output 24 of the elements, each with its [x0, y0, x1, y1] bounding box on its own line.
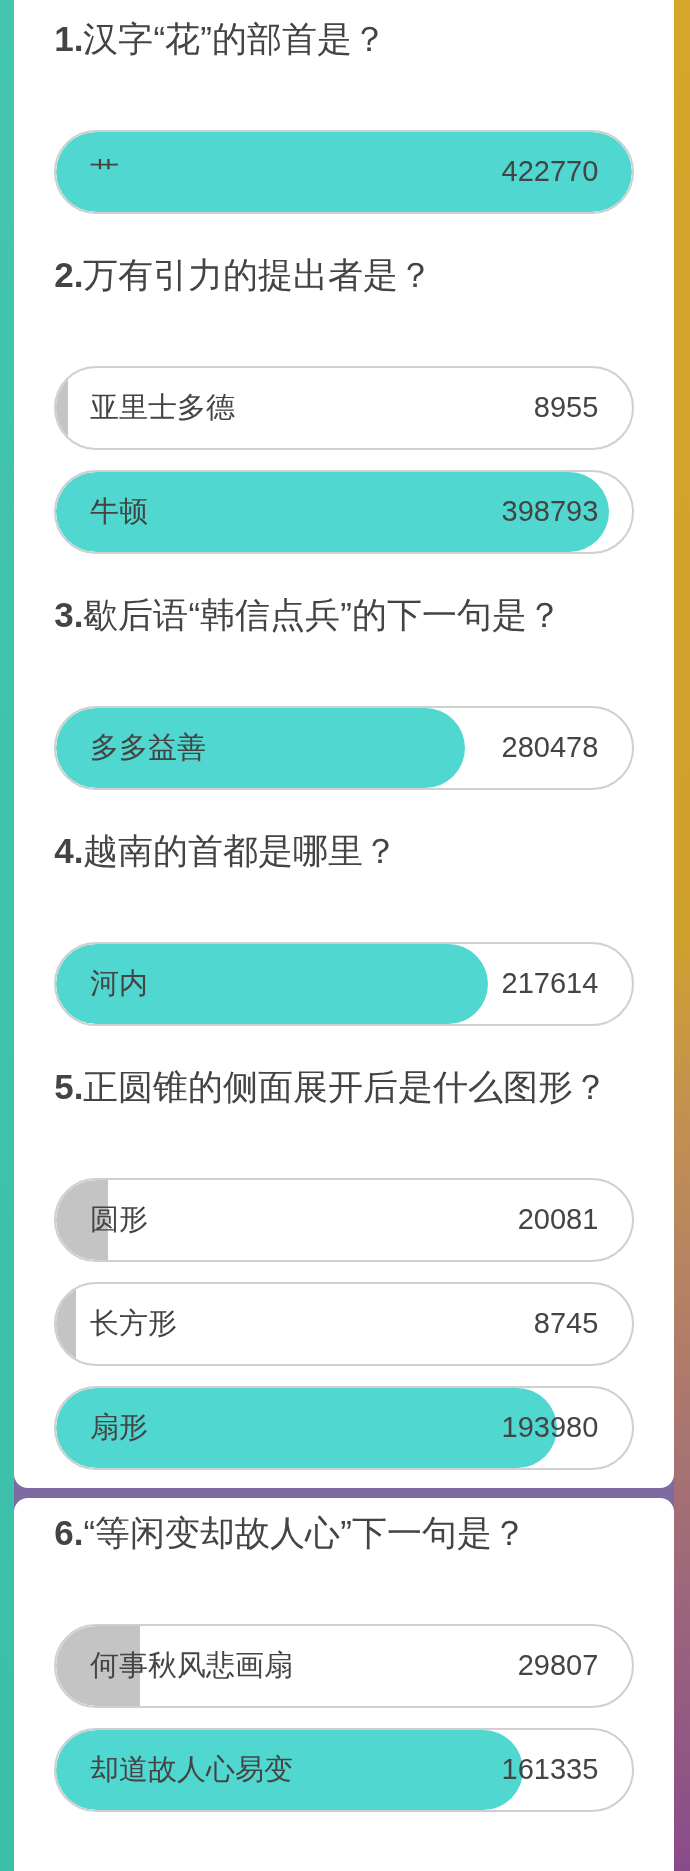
option-label: 艹: [90, 154, 120, 190]
vote-count: 8745: [533, 1306, 599, 1342]
question-text: 2.万有引力的提出者是？: [54, 254, 435, 296]
vote-count: 20081: [517, 1202, 599, 1238]
option-label: 亚里士多德: [90, 390, 236, 426]
option-label: 长方形: [90, 1306, 178, 1342]
question-text: 4.越南的首都是哪里？: [54, 830, 400, 872]
option-label: 却道故人心易变: [90, 1752, 294, 1788]
vote-count: 422770: [501, 154, 599, 190]
vote-count: 280478: [501, 730, 599, 766]
vote-count: 29807: [517, 1648, 599, 1684]
option-label: 扇形: [90, 1410, 149, 1446]
option-label: 牛顿: [90, 494, 149, 530]
question-text: 6.“等闲变却故人心”下一句是？: [54, 1512, 528, 1554]
question-text: 3.歇后语“韩信点兵”的下一句是？: [54, 594, 563, 636]
vote-count: 398793: [501, 494, 599, 530]
option-label: 何事秋风悲画扇: [90, 1648, 294, 1684]
option-label: 河内: [90, 966, 149, 1002]
option-label: 多多益善: [90, 730, 207, 766]
question-text: 1.汉字“花”的部首是？: [54, 18, 388, 60]
question-text: 5.正圆锥的侧面展开后是什么图形？: [54, 1066, 610, 1108]
vote-count: 217614: [501, 966, 599, 1002]
option-label: 圆形: [90, 1202, 149, 1238]
vote-count: 8955: [533, 390, 599, 426]
